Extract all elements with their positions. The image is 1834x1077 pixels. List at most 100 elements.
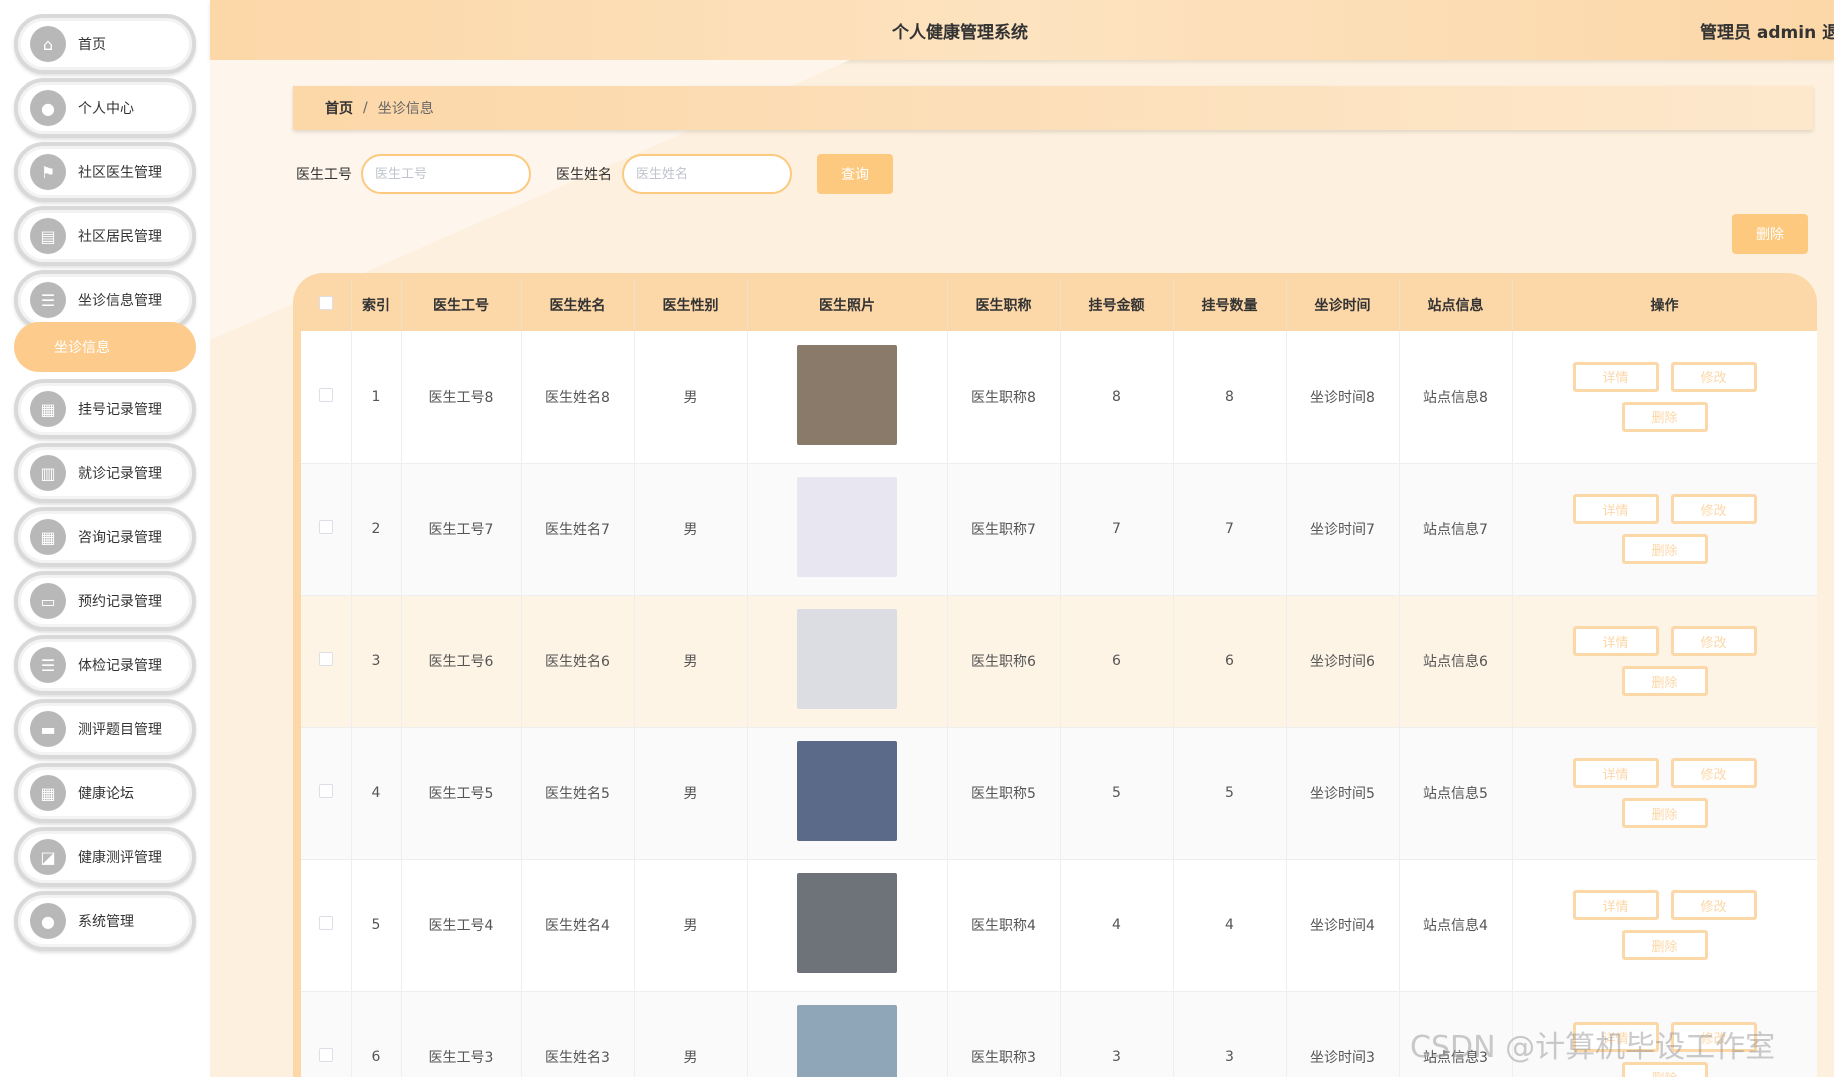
column-header: 医生姓名 [521,279,635,331]
sidebar-item-label: 首页 [78,37,106,53]
detail-button[interactable]: 详情 [1572,494,1659,524]
edit-button[interactable]: 修改 [1670,494,1757,524]
sidebar-item[interactable]: ⌂ 首页 [14,14,196,74]
sidebar-item[interactable]: ▦ 挂号记录管理 [14,379,196,439]
delete-button[interactable]: 删除 [1621,534,1708,564]
sidebar-item[interactable]: ▭ 预约记录管理 [14,571,196,631]
select-all-cell[interactable] [301,279,352,331]
cell-doctor-id: 医生工号4 [401,859,522,992]
sidebar-item[interactable]: ▬ 测评题目管理 [14,699,196,759]
row-select-cell[interactable] [301,859,352,992]
row-select-cell[interactable] [301,463,352,596]
cell-fee: 8 [1060,331,1174,464]
row-checkbox[interactable] [318,784,333,798]
grid-icon: ▦ [30,775,66,811]
row-checkbox[interactable] [318,1048,333,1062]
cell-quota: 7 [1173,463,1287,596]
monitor-icon: ▭ [30,583,66,619]
grid-icon: ▦ [30,391,66,427]
row-checkbox[interactable] [318,916,333,930]
actions-cell: 详情修改删除 [1512,727,1817,860]
detail-button[interactable]: 详情 [1572,626,1659,656]
edit-button[interactable]: 修改 [1670,890,1757,920]
chart-icon: ▥ [30,455,66,491]
row-select-cell[interactable] [301,727,352,860]
cell-time: 坐诊时间3 [1286,991,1400,1077]
row-checkbox[interactable] [318,387,333,402]
detail-button[interactable]: 详情 [1572,890,1659,920]
sidebar-item[interactable]: ● 个人中心 [14,78,196,138]
user-info[interactable]: 管理员 admin 退出 [1700,18,1834,43]
row-actions: 详情修改删除 [1570,361,1760,432]
doctor-photo [797,344,897,445]
cell-title: 医生职称7 [947,463,1061,596]
sidebar-item[interactable]: ▦ 健康论坛 [14,763,196,823]
select-all-checkbox[interactable] [318,296,333,310]
actions-cell: 详情修改删除 [1512,463,1817,596]
row-checkbox[interactable] [318,652,333,666]
actions-cell: 详情修改删除 [1512,331,1817,464]
list-icon: ☰ [30,647,66,683]
sidebar-subitem-active[interactable]: 坐诊信息 [14,322,196,372]
sidebar-item-label: 测评题目管理 [78,722,162,738]
cell-quota: 3 [1173,991,1287,1077]
doctor-photo [797,873,897,973]
sidebar-item[interactable]: ⚑ 社区医生管理 [14,142,196,202]
edit-button[interactable]: 修改 [1670,626,1757,656]
cell-quota: 5 [1173,727,1287,860]
top-header: 个人健康管理系统 管理员 admin 退出 [210,0,1834,60]
data-table-container: 索引 医生工号 医生姓名 医生性别 医生照片 医生职称 挂号金额 挂号数量 坐诊… [293,273,1817,1077]
cell-site: 站点信息7 [1399,463,1513,596]
sidebar-item[interactable]: ● 系统管理 [14,891,196,951]
batch-delete-button[interactable]: 删除 [1732,214,1808,254]
detail-button[interactable]: 详情 [1572,361,1659,392]
photo-cell [747,727,948,860]
cell-doctor-name: 医生姓名3 [521,991,635,1077]
sidebar-item[interactable]: ☰ 坐诊信息管理 [14,270,196,330]
delete-button[interactable]: 删除 [1621,666,1708,696]
sidebar-item[interactable]: ▥ 就诊记录管理 [14,443,196,503]
cell-doctor-name: 医生姓名5 [521,727,635,860]
breadcrumb-home[interactable]: 首页 [325,98,353,118]
edit-button[interactable]: 修改 [1670,361,1757,392]
doctor-name-label: 医生姓名 [556,167,612,183]
row-select-cell[interactable] [301,331,352,464]
delete-button[interactable]: 删除 [1621,401,1708,432]
breadcrumb-current: 坐诊信息 [377,101,434,117]
delete-button[interactable]: 删除 [1621,798,1708,828]
sidebar-item[interactable]: ◪ 健康测评管理 [14,827,196,887]
doctor-id-input[interactable] [361,154,531,194]
row-select-cell[interactable] [301,991,352,1077]
sidebar-item[interactable]: ☰ 体检记录管理 [14,635,196,695]
table-row: 4 医生工号5 医生姓名5 男医生职称5 5 5 坐诊时间5 站点信息5 详情 修改 删除 [301,727,1817,860]
doctor-photo [797,609,897,709]
cell-doctor-id: 医生工号3 [401,991,522,1077]
column-header: 挂号金额 [1060,279,1174,331]
row-select-cell[interactable] [301,595,352,728]
query-button[interactable]: 查询 [817,154,893,194]
doctor-name-input[interactable] [622,154,792,194]
cell-time: 坐诊时间5 [1286,727,1400,860]
cell-fee: 7 [1060,463,1174,596]
column-header: 医生工号 [401,279,522,331]
message-icon: ▬ [30,711,66,747]
actions-cell: 详情修改删除 [1512,595,1817,728]
row-checkbox[interactable] [318,520,333,534]
sidebar-item[interactable]: ▦ 咨询记录管理 [14,507,196,567]
cell-quota: 8 [1173,331,1287,464]
delete-button[interactable]: 删除 [1621,930,1708,960]
column-header: 医生照片 [747,279,948,331]
cell-doctor-name: 医生姓名8 [521,331,635,464]
sidebar-item-label: 坐诊信息管理 [78,293,162,309]
breadcrumb: 首页 / 坐诊信息 [293,86,1813,130]
photo-cell [747,991,948,1077]
column-header: 坐诊时间 [1286,279,1400,331]
sidebar-item[interactable]: ▤ 社区居民管理 [14,206,196,266]
cell-doctor-name: 医生姓名4 [521,859,635,992]
cell-gender: 男 [634,991,748,1077]
detail-button[interactable]: 详情 [1572,758,1659,788]
cell-doctor-name: 医生姓名7 [521,463,635,596]
doctor-id-label: 医生工号 [296,167,352,183]
sidebar-item-label: 系统管理 [78,914,134,930]
edit-button[interactable]: 修改 [1670,758,1757,788]
